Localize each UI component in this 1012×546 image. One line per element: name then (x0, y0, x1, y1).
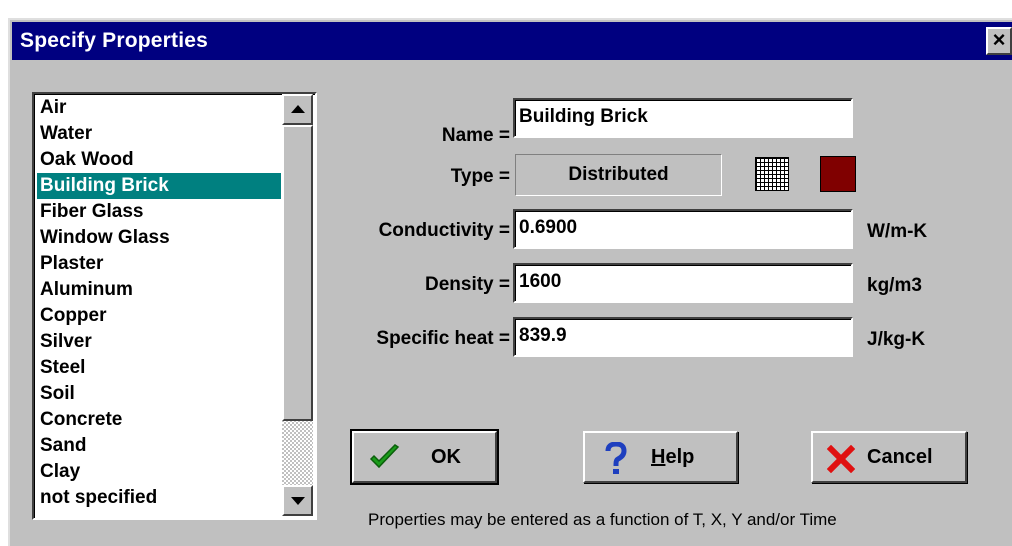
scroll-down-button[interactable] (282, 485, 313, 516)
specific-heat-field[interactable]: 839.9 (513, 317, 853, 357)
list-item[interactable]: Air (37, 95, 281, 121)
list-item[interactable]: not specified (37, 485, 281, 511)
list-scrollbar[interactable] (282, 94, 313, 516)
question-mark-icon (605, 442, 627, 474)
cancel-button[interactable]: Cancel (811, 431, 967, 483)
arrow-down-icon (291, 497, 305, 505)
properties-note: Properties may be entered as a function … (368, 510, 837, 529)
list-item[interactable]: Water (37, 121, 281, 147)
close-button[interactable]: × (986, 27, 1012, 55)
cancel-x-icon (827, 445, 855, 473)
list-item[interactable]: Soil (37, 381, 281, 407)
ok-label: OK (431, 446, 461, 468)
materials-listbox[interactable]: Air Water Oak Wood Building Brick Fiber Glas… (32, 92, 317, 520)
name-field[interactable]: Building Brick (513, 98, 853, 138)
help-button[interactable]: Help (583, 431, 738, 483)
grid-pattern-icon[interactable] (755, 157, 789, 191)
density-unit: kg/m3 (867, 275, 922, 296)
scroll-thumb[interactable] (282, 125, 313, 421)
density-field[interactable]: 1600 (513, 263, 853, 303)
conductivity-field[interactable]: 0.6900 (513, 209, 853, 249)
materials-list: Air Water Oak Wood Building Brick Fiber Glas… (37, 95, 281, 511)
density-label: Density = (424, 274, 510, 295)
type-display[interactable]: Distributed (515, 154, 722, 196)
conductivity-label: Conductivity = (378, 220, 510, 241)
list-item[interactable]: Copper (37, 303, 281, 329)
ok-button[interactable]: OK (350, 429, 499, 485)
help-mnemonic: H (651, 446, 666, 468)
checkmark-icon (369, 444, 400, 469)
specific-heat-label: Specific heat = (376, 328, 510, 349)
list-item[interactable]: Clay (37, 459, 281, 485)
title-bar: Specify Properties × (12, 22, 1012, 60)
list-item[interactable]: Sand (37, 433, 281, 459)
type-label: Type = (450, 166, 510, 187)
help-label: Help (651, 446, 694, 469)
list-item[interactable]: Plaster (37, 251, 281, 277)
list-item[interactable]: Aluminum (37, 277, 281, 303)
name-label: Name = (441, 125, 510, 146)
list-item[interactable]: Steel (37, 355, 281, 381)
help-label-rest: elp (665, 446, 695, 468)
list-item[interactable]: Fiber Glass (37, 199, 281, 225)
conductivity-unit: W/m-K (867, 221, 928, 242)
color-swatch[interactable] (820, 156, 856, 192)
scroll-up-button[interactable] (282, 94, 313, 125)
specify-properties-dialog: Specify Properties × Air Water Oak Wood Bui… (8, 18, 1012, 546)
dialog-title: Specify Properties (20, 29, 209, 52)
list-item[interactable]: Oak Wood (37, 147, 281, 173)
list-item[interactable]: Window Glass (37, 225, 281, 251)
list-item[interactable]: Building Brick (37, 173, 281, 199)
specific-heat-unit: J/kg-K (867, 329, 926, 350)
close-icon: × (992, 27, 1006, 52)
list-item[interactable]: Concrete (37, 407, 281, 433)
cancel-label: Cancel (867, 446, 933, 468)
arrow-up-icon (291, 105, 305, 113)
list-item[interactable]: Silver (37, 329, 281, 355)
